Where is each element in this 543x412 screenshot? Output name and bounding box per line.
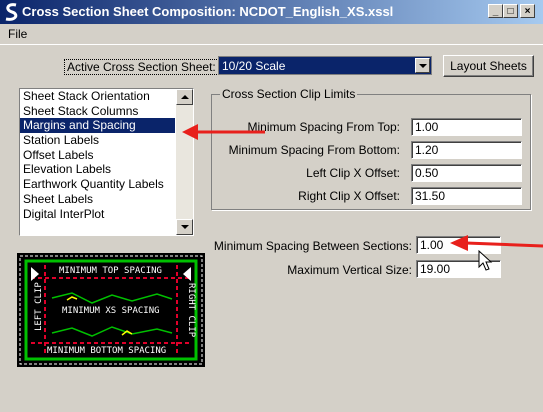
- min-top-label: Minimum Spacing From Top:: [247, 120, 401, 134]
- list-item[interactable]: Offset Labels: [20, 148, 175, 163]
- preview-bottom-text: MINIMUM BOTTOM SPACING: [47, 346, 166, 356]
- menu-file[interactable]: File: [8, 27, 27, 41]
- category-list[interactable]: Sheet Stack Orientation Sheet Stack Colum…: [19, 88, 194, 236]
- preview-left-text: LEFT CLIP: [34, 282, 44, 331]
- active-sheet-value: 10/20 Scale: [222, 59, 286, 73]
- menu-bar: File: [0, 24, 543, 45]
- list-item[interactable]: Elevation Labels: [20, 162, 175, 177]
- sheet-preview: MINIMUM TOP SPACING MINIMUM XS SPACING M…: [17, 253, 205, 367]
- right-clip-label: Right Clip X Offset:: [298, 189, 400, 203]
- list-item[interactable]: Station Labels: [20, 133, 175, 148]
- min-bottom-label: Minimum Spacing From Bottom:: [228, 143, 400, 157]
- app-icon: [5, 3, 18, 21]
- preview-right-text: RIGHT CLIP: [186, 283, 196, 338]
- min-top-field[interactable]: 1.00: [411, 118, 522, 136]
- title-bar: Cross Section Sheet Composition: NCDOT_E…: [0, 0, 543, 24]
- list-item[interactable]: Digital InterPlot: [20, 207, 175, 222]
- layout-sheets-button[interactable]: Layout Sheets: [443, 55, 534, 77]
- min-bottom-field[interactable]: 1.20: [411, 141, 522, 159]
- clip-limits-group: Cross Section Clip Limits Minimum Spacin…: [211, 87, 531, 210]
- preview-top-text: MINIMUM TOP SPACING: [59, 266, 162, 276]
- scroll-up-icon[interactable]: [176, 89, 193, 105]
- max-vertical-label: Maximum Vertical Size:: [287, 263, 412, 277]
- clip-limits-title: Cross Section Clip Limits: [220, 87, 358, 101]
- list-item[interactable]: Sheet Labels: [20, 192, 175, 207]
- left-clip-field[interactable]: 0.50: [411, 164, 522, 182]
- window-title: Cross Section Sheet Composition: NCDOT_E…: [22, 4, 394, 19]
- list-item[interactable]: Sheet Stack Columns: [20, 104, 175, 119]
- maximize-button[interactable]: □: [503, 4, 518, 18]
- sheet-preview-graphic: MINIMUM TOP SPACING MINIMUM XS SPACING M…: [19, 255, 203, 365]
- list-item[interactable]: Margins and Spacing: [20, 118, 175, 134]
- annotation-arrow-field: [450, 235, 543, 251]
- right-clip-field[interactable]: 31.50: [411, 187, 522, 205]
- close-button[interactable]: ×: [520, 4, 535, 18]
- list-scrollbar[interactable]: [176, 89, 193, 235]
- min-between-label: Minimum Spacing Between Sections:: [213, 239, 412, 253]
- annotation-arrow-list: [182, 124, 265, 140]
- list-item[interactable]: Sheet Stack Orientation: [20, 89, 175, 104]
- active-sheet-label: Active Cross Section Sheet:: [64, 59, 219, 75]
- left-clip-label: Left Clip X Offset:: [306, 166, 400, 180]
- minimize-button[interactable]: _: [488, 4, 503, 18]
- preview-xs-text: MINIMUM XS SPACING: [62, 306, 160, 316]
- list-item[interactable]: Earthwork Quantity Labels: [20, 177, 175, 192]
- chevron-down-icon[interactable]: [415, 58, 430, 73]
- active-sheet-select[interactable]: 10/20 Scale: [218, 56, 432, 75]
- scroll-down-icon[interactable]: [176, 219, 193, 235]
